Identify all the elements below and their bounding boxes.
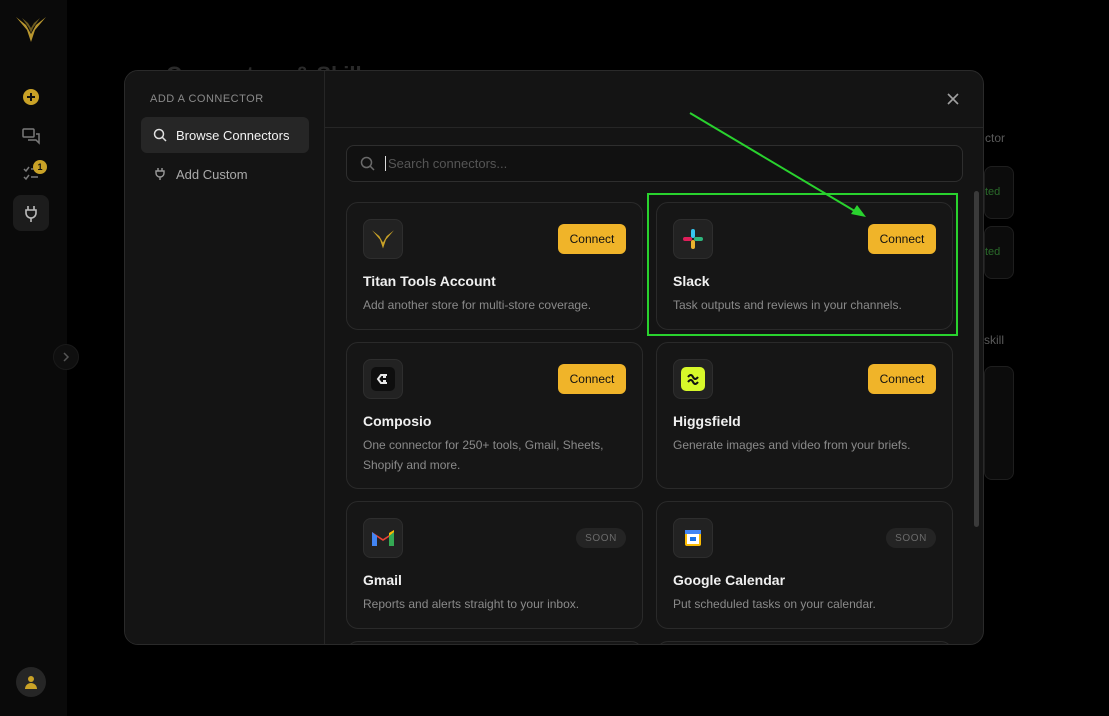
sidebar-item-label: Add Custom xyxy=(176,166,248,182)
search-icon xyxy=(153,128,167,142)
connector-logo xyxy=(363,518,403,558)
background-status: ted xyxy=(985,186,1001,198)
modal-sidebar: ADD A CONNECTOR Browse Connectors Add Cu… xyxy=(125,71,325,644)
plug-icon xyxy=(155,168,165,180)
composio-icon xyxy=(371,367,395,391)
connectors-nav-button[interactable] xyxy=(13,195,49,231)
sidebar-item-browse-connectors[interactable]: Browse Connectors xyxy=(141,117,309,153)
connector-description: One connector for 250+ tools, Gmail, She… xyxy=(363,438,604,472)
close-icon[interactable] xyxy=(945,91,961,107)
modal-main: Connect Titan Tools Account Add another … xyxy=(325,71,983,644)
search-icon xyxy=(360,156,375,171)
gmail-icon xyxy=(372,530,394,546)
connect-button-higgsfield[interactable]: Connect xyxy=(868,364,936,394)
plug-icon xyxy=(25,206,37,222)
scrollbar[interactable] xyxy=(974,191,979,527)
connector-card-titan-tools: Connect Titan Tools Account Add another … xyxy=(346,202,643,330)
sidebar-item-label: Browse Connectors xyxy=(176,127,290,143)
titan-wings-icon[interactable] xyxy=(14,14,48,44)
plus-circle-icon[interactable] xyxy=(20,86,42,108)
tasks-badge: 1 xyxy=(33,160,47,174)
connector-title: Google Calendar xyxy=(673,572,786,588)
background-skill-heading: skill xyxy=(984,333,1004,347)
sidebar-heading: ADD A CONNECTOR xyxy=(150,93,264,105)
background-card xyxy=(984,366,1014,480)
avatar[interactable] xyxy=(16,667,46,697)
annotation-highlight-box xyxy=(647,193,958,336)
connector-logo xyxy=(673,359,713,399)
search-input[interactable] xyxy=(385,156,945,171)
chat-icon[interactable] xyxy=(20,125,42,147)
connector-logo xyxy=(363,219,403,259)
connector-title: Titan Tools Account xyxy=(363,273,496,289)
user-icon xyxy=(25,676,37,689)
connector-description: Generate images and video from your brie… xyxy=(673,438,911,452)
higgsfield-icon xyxy=(681,367,705,391)
connector-description: Reports and alerts straight to your inbo… xyxy=(363,597,580,611)
connector-title: Gmail xyxy=(363,572,402,588)
chevron-right-icon xyxy=(63,352,70,362)
connector-card-gmail: SOON Gmail Reports and alerts straight t… xyxy=(346,501,643,629)
connector-logo xyxy=(363,359,403,399)
connector-logo xyxy=(673,518,713,558)
connect-button-titan-tools[interactable]: Connect xyxy=(558,224,626,254)
search-box[interactable] xyxy=(346,145,963,182)
soon-badge: SOON xyxy=(576,528,626,548)
sidebar-expand-button[interactable] xyxy=(53,344,79,370)
google-calendar-icon xyxy=(685,530,701,546)
connector-card-google-calendar: SOON Google Calendar Put scheduled tasks… xyxy=(656,501,953,629)
connector-card-partial xyxy=(656,641,953,644)
background-status: ted xyxy=(985,246,1001,258)
connector-description: Put scheduled tasks on your calendar. xyxy=(673,597,876,611)
modal-header xyxy=(325,71,983,128)
sidebar-item-add-custom[interactable]: Add Custom xyxy=(141,156,309,192)
connector-card-higgsfield: Connect Higgsfield Generate images and v… xyxy=(656,342,953,489)
connector-title: Higgsfield xyxy=(673,413,741,429)
connector-description: Add another store for multi-store covera… xyxy=(363,298,592,312)
titan-wings-icon xyxy=(372,230,394,249)
background-connector-heading: ctor xyxy=(985,131,1006,145)
connect-button-composio[interactable]: Connect xyxy=(558,364,626,394)
connector-card-composio: Connect Composio One connector for 250+ … xyxy=(346,342,643,489)
soon-badge: SOON xyxy=(886,528,936,548)
add-connector-modal: ADD A CONNECTOR Browse Connectors Add Cu… xyxy=(124,70,984,645)
connector-card-partial xyxy=(346,641,643,644)
connector-title: Composio xyxy=(363,413,432,429)
